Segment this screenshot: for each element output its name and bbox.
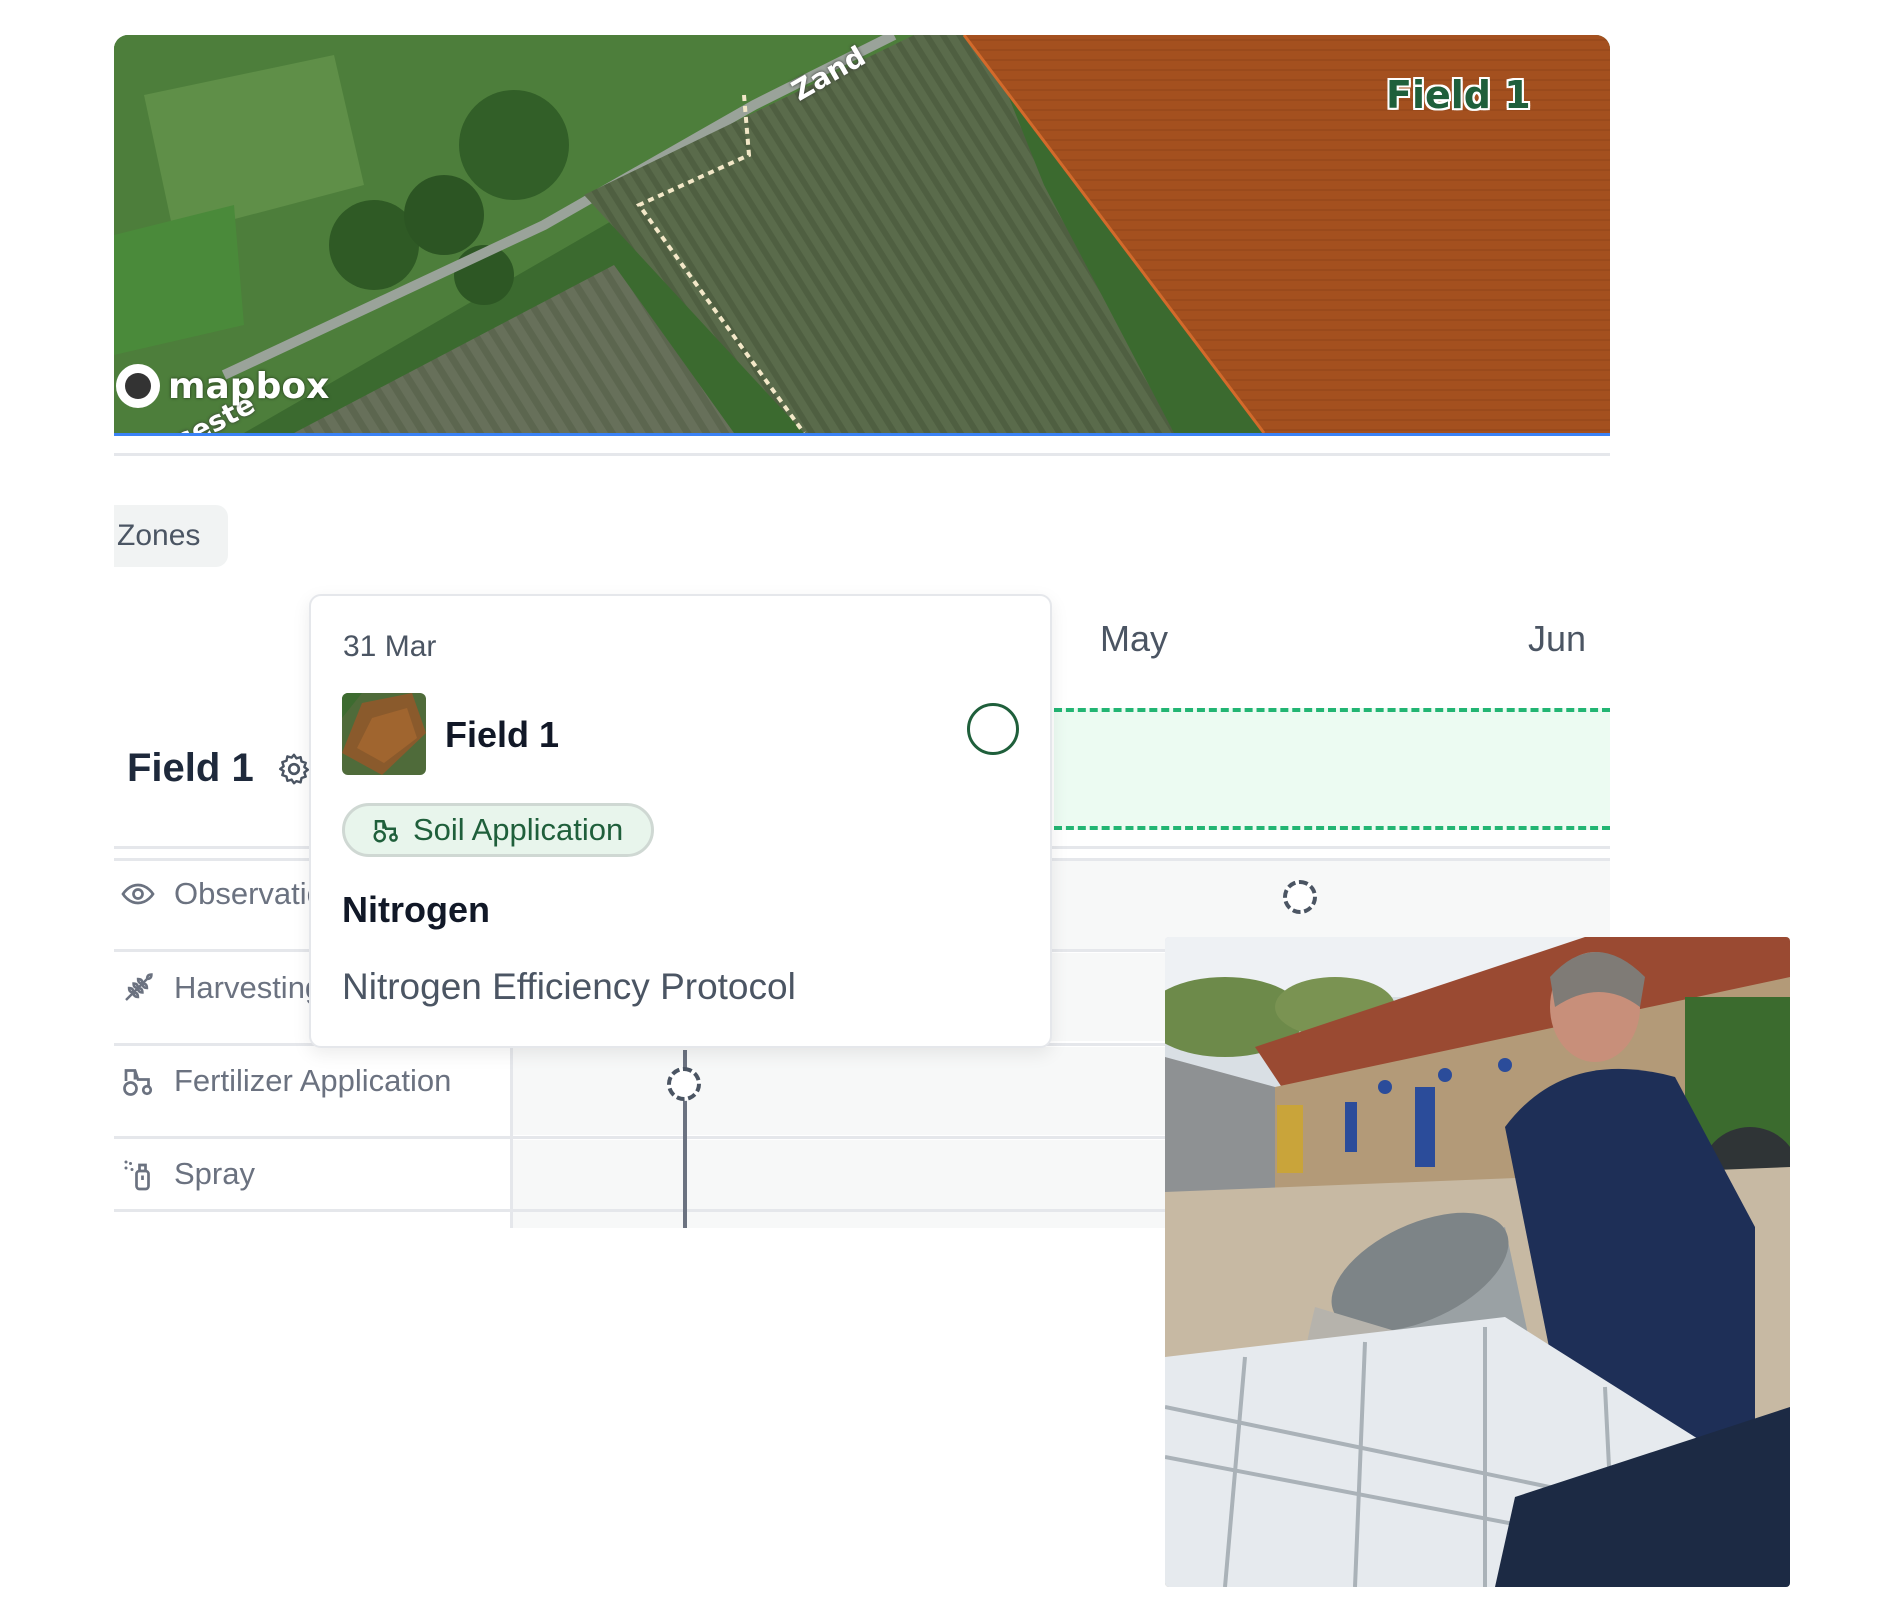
field-map[interactable]: Zand nseste Field 1 mapbox	[114, 35, 1610, 436]
tractor-icon	[373, 820, 398, 843]
month-label-may: May	[1100, 618, 1169, 659]
divider	[114, 453, 1610, 456]
row-separator	[114, 1209, 1174, 1212]
mapbox-logo[interactable]: mapbox	[116, 364, 329, 408]
spray-bottle-icon	[124, 1160, 150, 1191]
farmer-photo	[1165, 937, 1790, 1587]
badge-label: Soil Application	[413, 812, 624, 847]
month-label-jun: Jun	[1528, 618, 1587, 659]
eye-icon	[121, 883, 155, 905]
row-label-text: Spray	[174, 1156, 255, 1191]
row-label-harvesting: Harvesting	[120, 970, 322, 1006]
activity-type-badge: Soil Application	[342, 803, 655, 857]
map-field-label[interactable]: Field 1	[1386, 73, 1531, 117]
season-band[interactable]	[1054, 708, 1610, 830]
pending-activity-marker[interactable]	[1283, 880, 1317, 914]
field-title: Field 1	[127, 746, 254, 790]
popover-nutrient: Nitrogen	[342, 889, 490, 930]
mapbox-attribution: mapbox	[168, 365, 330, 407]
row-label-fertilizer-application: Fertilizer Application	[120, 1063, 451, 1099]
field-thumbnail	[342, 693, 426, 775]
tractor-icon	[123, 1069, 153, 1096]
gear-icon[interactable]	[276, 751, 312, 787]
mapbox-icon	[116, 364, 160, 408]
column-separator	[510, 1043, 513, 1228]
popover-protocol: Nitrogen Efficiency Protocol	[342, 966, 796, 1007]
activity-popover: 31 Mar Field 1 Soil Application Nitrogen…	[309, 594, 1052, 1048]
complete-toggle[interactable]	[967, 703, 1019, 755]
wheat-icon	[125, 973, 153, 1001]
row-label-text: Fertilizer Application	[174, 1063, 452, 1098]
pending-activity-marker[interactable]	[667, 1067, 701, 1101]
popover-date: 31 Mar	[343, 630, 437, 663]
row-label-spray: Spray	[120, 1156, 255, 1192]
popover-field-name: Field 1	[445, 714, 560, 755]
row-label-text: Harvesting	[174, 970, 323, 1005]
zones-tab[interactable]: Zones	[114, 505, 228, 567]
